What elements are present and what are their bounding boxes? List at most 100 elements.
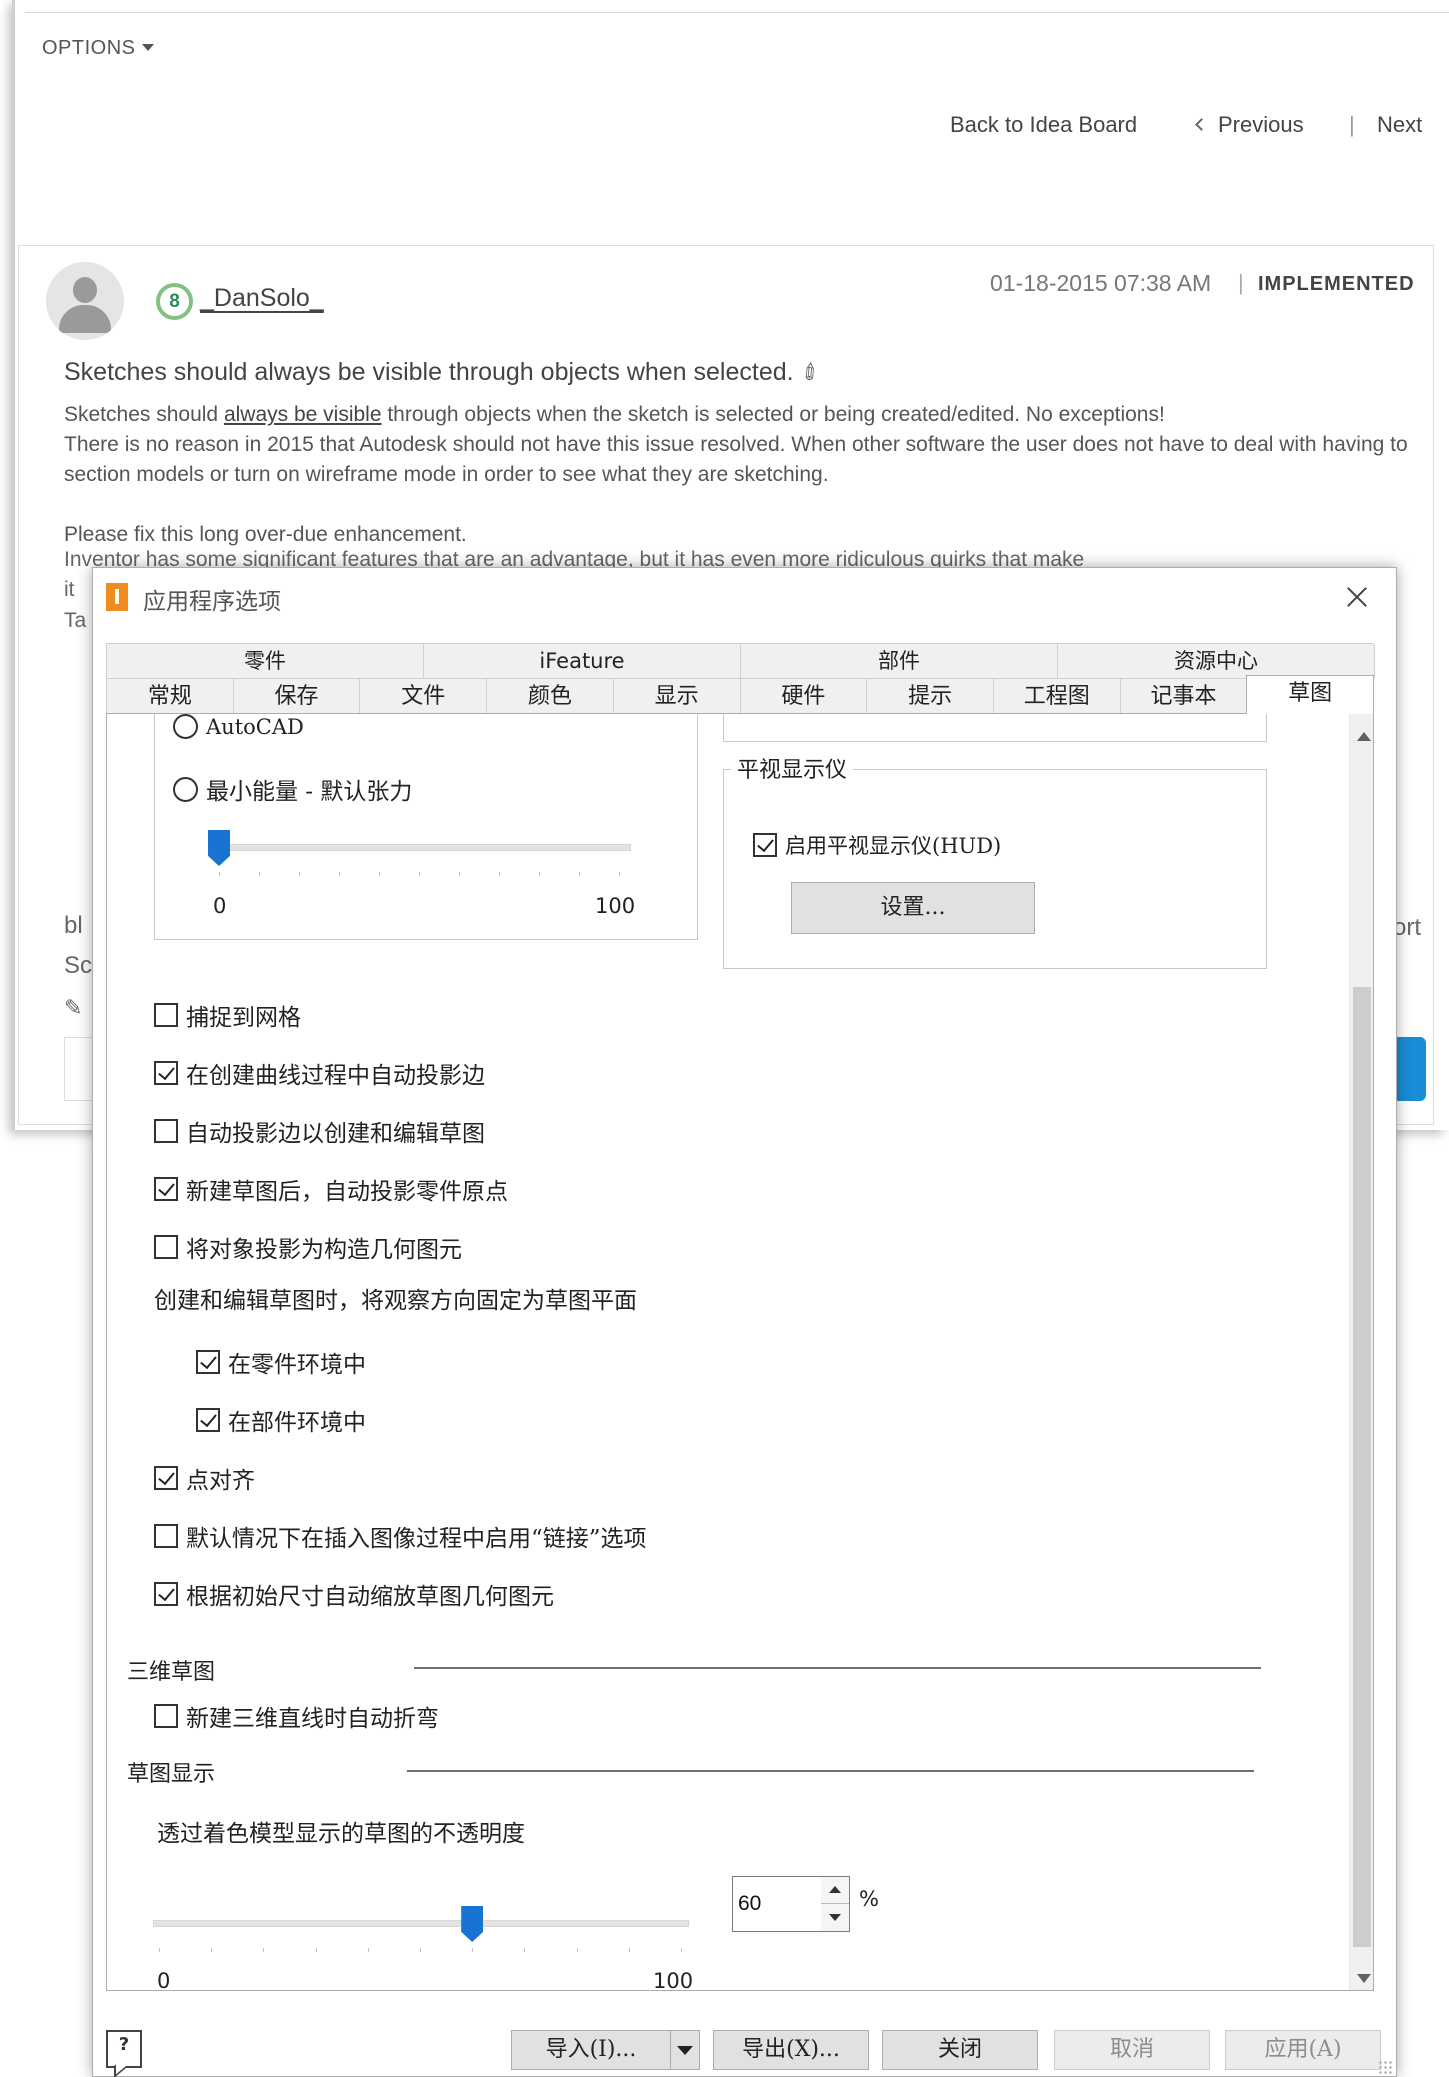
- stepper-up-icon[interactable]: [821, 1877, 849, 1904]
- tab-prompts[interactable]: 提示: [866, 679, 993, 713]
- tab-ifeature[interactable]: iFeature: [423, 644, 741, 678]
- cancel-button[interactable]: 取消: [1054, 2030, 1210, 2070]
- chevron-left-icon: [1195, 118, 1208, 131]
- slider-tick: [539, 872, 540, 876]
- rank-badge: 8: [156, 283, 193, 320]
- pencil-icon[interactable]: ✎: [64, 995, 82, 1021]
- close-icon[interactable]: [1340, 580, 1374, 614]
- checkbox-box: [196, 1408, 220, 1432]
- status-badge: IMPLEMENTED: [1258, 273, 1415, 295]
- tab-assembly[interactable]: 部件: [740, 644, 1058, 678]
- tab-content-center[interactable]: 资源中心: [1057, 644, 1375, 678]
- scrollbar-thumb[interactable]: [1353, 987, 1371, 1947]
- tab-notebook[interactable]: 记事本: [1119, 679, 1247, 713]
- slider-tick: [628, 1948, 630, 1952]
- point-alignment-checkbox[interactable]: 点对齐: [154, 1461, 255, 1495]
- slider-tick: [159, 1948, 160, 1952]
- date-separator: |: [1238, 270, 1244, 295]
- autoscale-geometry-checkbox[interactable]: 根据初始尺寸自动缩放草图几何图元: [154, 1577, 554, 1611]
- opacity-min-label: 0: [157, 1969, 171, 1991]
- snap-to-grid-checkbox[interactable]: 捕捉到网格: [154, 998, 301, 1032]
- radio-circle: [173, 776, 198, 802]
- apply-button[interactable]: 应用(A): [1225, 2030, 1381, 2070]
- slider-tick: [419, 872, 420, 876]
- auto-project-origin-checkbox[interactable]: 新建草图后，自动投影零件原点: [154, 1172, 508, 1206]
- sketch-options-panel[interactable]: AutoCAD 最小能量 - 默认张力 0 100 平视显示仪 启用平视显示仪(…: [106, 714, 1374, 1991]
- tab-row-bottom: 常规 保存 文件 颜色 显示 硬件 提示 工程图 记事本 草图: [106, 675, 1375, 715]
- slider-tick: [219, 872, 220, 876]
- slider-tick: [576, 1948, 578, 1952]
- tab-file[interactable]: 文件: [359, 679, 487, 713]
- link-option-checkbox[interactable]: 默认情况下在插入图像过程中启用“链接”选项: [154, 1519, 647, 1553]
- username-link[interactable]: _DanSolo_: [200, 284, 324, 313]
- resize-grip-icon[interactable]: [1378, 2060, 1392, 2074]
- option-label: 新建三维直线时自动折弯: [186, 1706, 439, 1732]
- hud-enable-label: 启用平视显示仪(HUD): [785, 834, 1002, 858]
- option-label: 捕捉到网格: [186, 1005, 301, 1031]
- tension-slider-track[interactable]: [211, 844, 631, 851]
- sketch3d-header: 三维草图: [127, 1660, 216, 1685]
- slider-tick: [681, 1948, 682, 1952]
- fragment-sc: Sc: [64, 952, 93, 979]
- radio-autocad[interactable]: AutoCAD: [173, 714, 304, 739]
- tension-max-label: 100: [595, 894, 636, 918]
- radio-min-energy[interactable]: 最小能量 - 默认张力: [173, 772, 412, 806]
- auto-bend-checkbox[interactable]: 新建三维直线时自动折弯: [154, 1699, 439, 1733]
- opacity-value-input[interactable]: [732, 1876, 822, 1932]
- tab-display[interactable]: 显示: [612, 679, 740, 713]
- body-emphasis: always be visible: [223, 403, 382, 426]
- slider-tick: [472, 1948, 474, 1952]
- stepper-down-icon[interactable]: [821, 1904, 849, 1931]
- options-menu[interactable]: OPTIONS: [42, 37, 154, 60]
- options-label: OPTIONS: [42, 37, 136, 59]
- checkbox-box: [196, 1350, 220, 1374]
- sketch-display-divider: [407, 1770, 1254, 1772]
- tab-sketch[interactable]: 草图: [1246, 675, 1375, 715]
- body-fragment-ta: Ta: [64, 609, 87, 632]
- tab-colors[interactable]: 颜色: [486, 679, 613, 713]
- tab-part[interactable]: 零件: [106, 644, 424, 678]
- view-fix-assembly-checkbox[interactable]: 在部件环境中: [196, 1403, 366, 1437]
- fragment-bl: bl: [64, 912, 83, 939]
- hud-enable-checkbox[interactable]: 启用平视显示仪(HUD): [753, 830, 1001, 860]
- opacity-slider-thumb[interactable]: [461, 1906, 484, 1942]
- title-bar[interactable]: I 应用程序选项: [93, 568, 1396, 628]
- slider-tick: [263, 1948, 265, 1952]
- import-button[interactable]: 导入(I)...: [511, 2030, 671, 2070]
- caret-down-icon: [141, 44, 154, 51]
- help-icon[interactable]: ?: [106, 2030, 142, 2068]
- checkbox-box: [154, 1003, 178, 1027]
- opacity-stepper[interactable]: [821, 1876, 850, 1932]
- option-label: 将对象投影为构造几何图元: [186, 1237, 462, 1263]
- import-dropdown-icon[interactable]: [670, 2030, 700, 2070]
- tab-general[interactable]: 常规: [106, 679, 233, 713]
- upper-right-group: [723, 714, 1267, 742]
- previous-link[interactable]: Previous: [1195, 112, 1304, 138]
- option-label: 根据初始尺寸自动缩放草图几何图元: [186, 1584, 554, 1610]
- option-label: 在零件环境中: [228, 1352, 366, 1378]
- tab-hardware[interactable]: 硬件: [739, 679, 867, 713]
- project-as-construction-checkbox[interactable]: 将对象投影为构造几何图元: [154, 1230, 462, 1264]
- tab-drawing[interactable]: 工程图: [992, 679, 1120, 713]
- view-fix-part-checkbox[interactable]: 在零件环境中: [196, 1345, 366, 1379]
- body-fragment-it: it: [64, 578, 75, 601]
- next-link[interactable]: Next: [1377, 112, 1422, 138]
- option-label: 默认情况下在插入图像过程中启用“链接”选项: [186, 1526, 647, 1552]
- close-button[interactable]: 关闭: [882, 2030, 1038, 2070]
- slider-tick: [299, 872, 300, 876]
- back-to-idea-board-link[interactable]: Back to Idea Board: [950, 112, 1137, 138]
- hud-settings-button[interactable]: 设置...: [791, 882, 1035, 934]
- comment-input[interactable]: [64, 1037, 94, 1101]
- scroll-up-icon[interactable]: [1357, 732, 1371, 741]
- export-button[interactable]: 导出(X)...: [713, 2030, 869, 2070]
- scroll-down-icon[interactable]: [1357, 1974, 1371, 1983]
- avatar[interactable]: [46, 262, 124, 340]
- tab-save[interactable]: 保存: [232, 679, 360, 713]
- auto-project-edges-sketch-checkbox[interactable]: 自动投影边以创建和编辑草图: [154, 1114, 485, 1148]
- opacity-slider-track[interactable]: [153, 1920, 689, 1927]
- slider-tick: [420, 1948, 421, 1952]
- auto-project-edges-curve-checkbox[interactable]: 在创建曲线过程中自动投影边: [154, 1056, 485, 1090]
- slider-tick: [211, 1948, 213, 1952]
- post-date: 01-18-2015 07:38 AM: [990, 270, 1212, 296]
- slider-tick: [499, 872, 500, 876]
